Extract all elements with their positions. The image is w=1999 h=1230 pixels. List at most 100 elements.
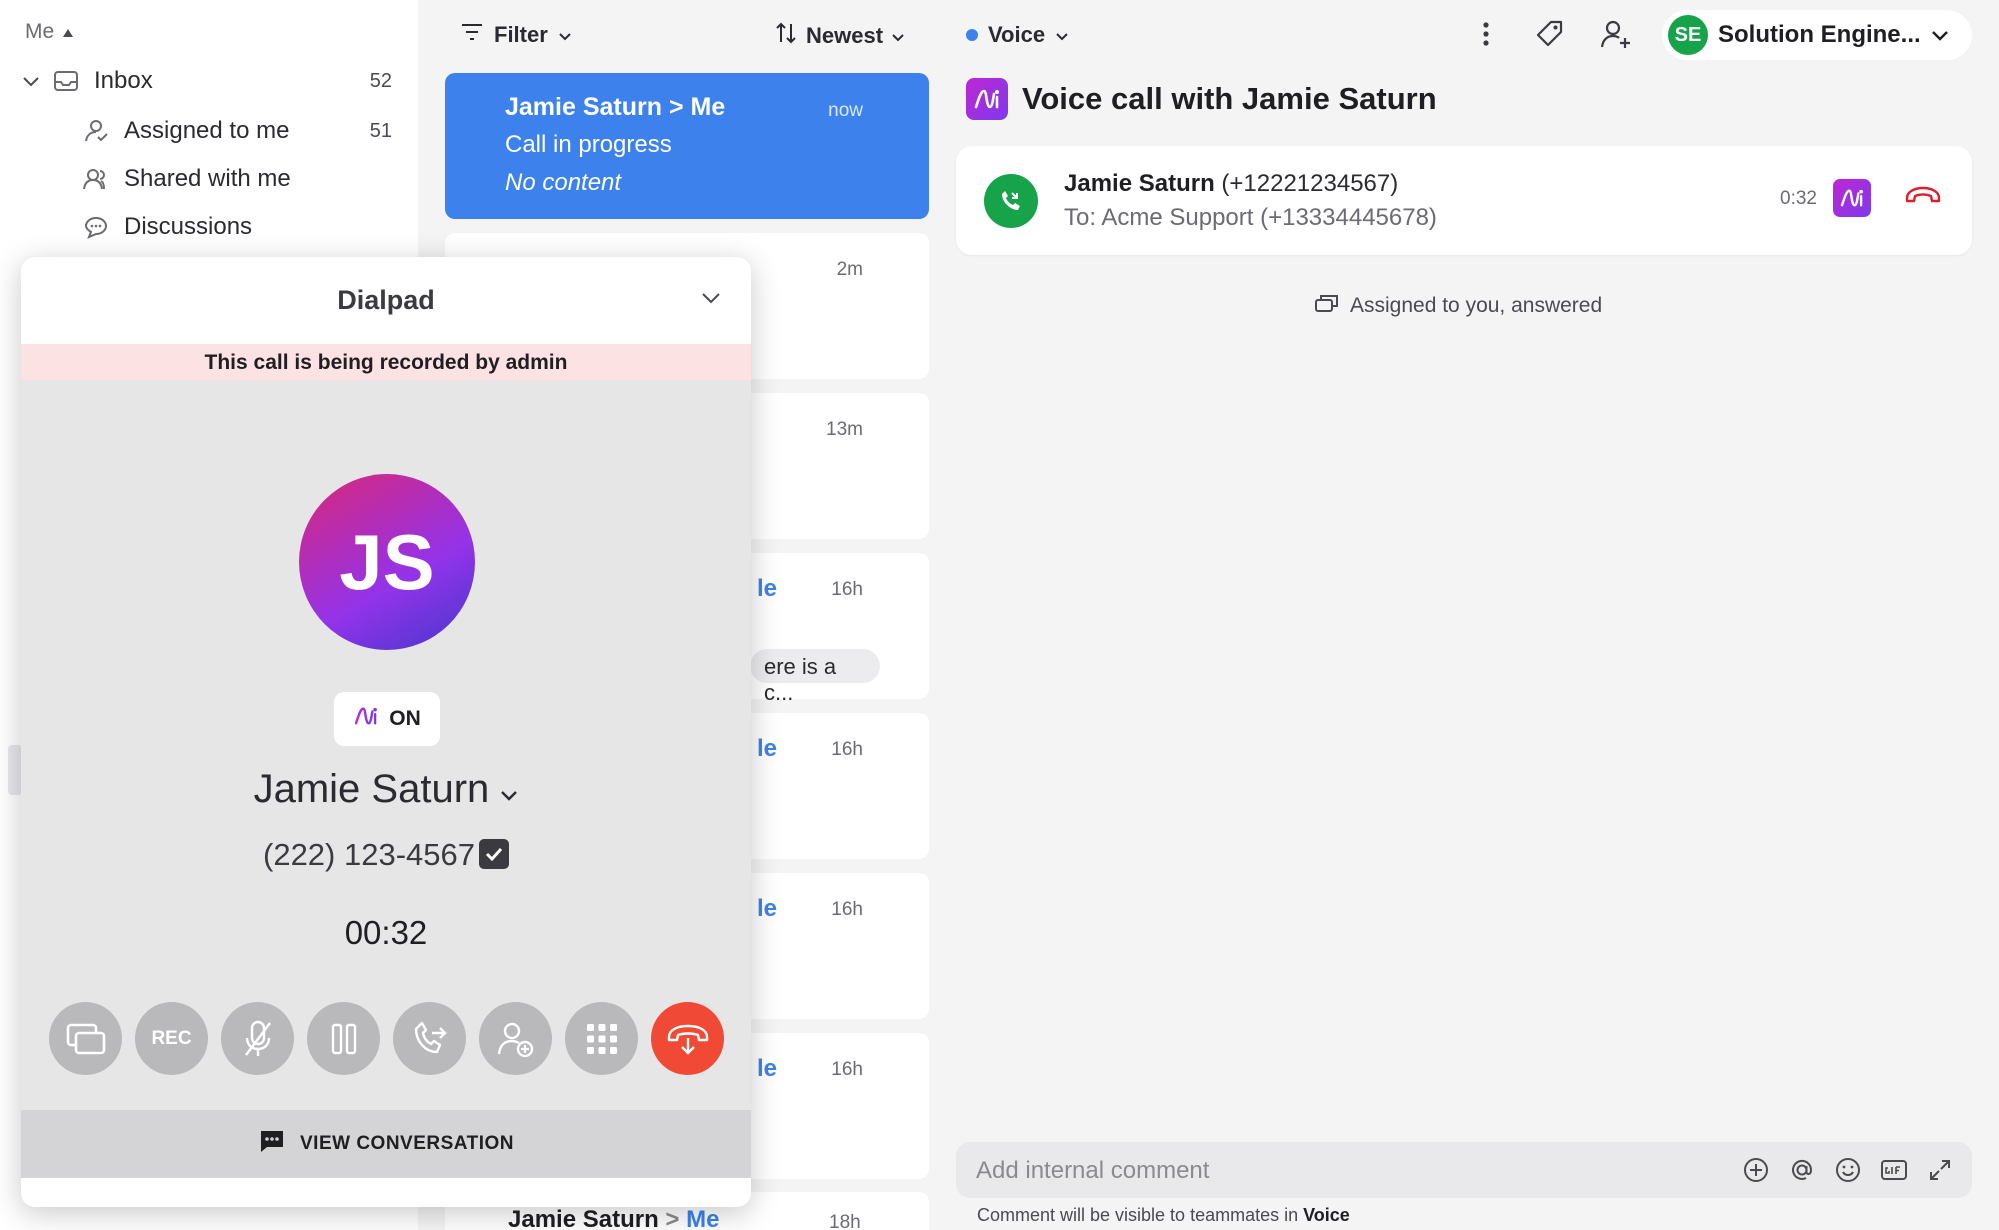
callee-line: To: Acme Support (+13334445678) xyxy=(1064,204,1437,231)
chevron-down-icon[interactable] xyxy=(22,67,40,95)
plus-circle-icon[interactable] xyxy=(1742,1156,1770,1184)
record-button[interactable]: REC xyxy=(135,1002,208,1075)
conversation-pane: Voice SE Solution Engine... Voice call w… xyxy=(938,0,1999,1230)
ai-status-label: ON xyxy=(389,707,421,730)
top-bar: Voice SE Solution Engine... xyxy=(938,0,1999,70)
mention-icon[interactable] xyxy=(1788,1156,1816,1184)
sidebar-item-assigned-to-me[interactable]: Assigned to me 51 xyxy=(0,107,418,155)
hold-button[interactable] xyxy=(307,1002,380,1075)
chat-bubble-icon xyxy=(80,215,112,239)
card-preview-pill: ere is a c... xyxy=(750,649,880,705)
card-time: 13m xyxy=(826,419,863,440)
workspace-label: Me xyxy=(25,20,55,43)
chat-bubble-icon xyxy=(258,1128,286,1160)
ai-toggle[interactable]: ON xyxy=(334,692,440,746)
contact-number: (222) 123-4567 xyxy=(263,837,475,872)
end-call-button[interactable] xyxy=(651,1002,724,1075)
sidebar-item-label: Shared with me xyxy=(124,165,291,192)
emoji-icon[interactable] xyxy=(1834,1156,1862,1184)
caret-up-icon xyxy=(62,20,74,44)
workspace-switcher[interactable]: Me xyxy=(25,20,74,44)
sidebar-item-label: Inbox xyxy=(94,67,153,94)
card-name-fragment: le xyxy=(757,1055,778,1082)
account-switcher[interactable]: SE Solution Engine... xyxy=(1662,10,1972,60)
inbox-count: 52 xyxy=(369,69,392,92)
caller-name: Jamie Saturn xyxy=(1064,170,1215,197)
comment-visibility-hint: Comment will be visible to teammates in … xyxy=(977,1205,1350,1226)
contact-number-line: (222) 123-4567 xyxy=(21,837,751,873)
card-name-fragment: le xyxy=(757,575,778,602)
caller-line: Jamie Saturn (+12221234567) xyxy=(1064,170,1398,198)
card-time: 18h xyxy=(829,1212,861,1230)
dialpad-panel: Dialpad This call is being recorded by a… xyxy=(21,257,751,1207)
status-dot-icon xyxy=(966,29,978,41)
card-name-fragment: le xyxy=(757,735,778,762)
ai-assistant-icon xyxy=(966,78,1008,120)
comment-hint-text: Comment will be visible to teammates in xyxy=(977,1205,1304,1225)
shared-users-icon xyxy=(80,167,112,191)
expand-icon[interactable] xyxy=(1926,1156,1954,1184)
dialpad-bottom-strip xyxy=(21,1178,751,1207)
inbox-filter-label: Voice xyxy=(988,22,1046,47)
transfer-screens-button[interactable] xyxy=(49,1002,122,1075)
call-card: Jamie Saturn (+12221234567) To: Acme Sup… xyxy=(956,146,1972,255)
list-toolbar: Filter Newest xyxy=(418,16,938,56)
card-assignee: Me xyxy=(686,1206,720,1230)
avatar: JS xyxy=(299,474,475,650)
sidebar-item-label: Discussions xyxy=(124,213,253,240)
call-controls: REC xyxy=(49,1002,724,1075)
inbox-icon xyxy=(50,70,82,92)
card-body: No content xyxy=(505,169,622,196)
tag-icon[interactable] xyxy=(1532,16,1568,52)
more-vertical-icon[interactable] xyxy=(1468,16,1504,52)
chevron-down-icon[interactable] xyxy=(701,291,721,309)
assigned-count: 51 xyxy=(369,119,392,142)
account-name: Solution Engine... xyxy=(1718,21,1921,48)
sidebar-highlight-edge xyxy=(8,745,22,795)
card-title: Jamie Saturn > Me xyxy=(505,93,726,121)
hang-up-icon[interactable] xyxy=(1904,184,1942,211)
card-time: 2m xyxy=(836,259,863,280)
view-conversation-button[interactable]: VIEW CONVERSATION xyxy=(21,1110,751,1178)
assign-user-icon[interactable] xyxy=(1598,16,1634,52)
contact-name-dropdown[interactable]: Jamie Saturn xyxy=(21,767,751,812)
sort-button[interactable]: Newest xyxy=(774,22,905,50)
comment-input[interactable]: Add internal comment xyxy=(956,1142,1972,1198)
dialpad-header: Dialpad xyxy=(21,257,751,344)
page-title: Voice call with Jamie Saturn xyxy=(966,78,1437,120)
ai-assistant-icon[interactable] xyxy=(1833,179,1871,217)
recording-banner: This call is being recorded by admin xyxy=(21,344,751,380)
sidebar-item-shared-with-me[interactable]: Shared with me xyxy=(0,155,418,203)
chevron-down-icon xyxy=(1055,22,1069,48)
comment-toolbar xyxy=(1742,1156,1954,1184)
card-title-partial: Jamie Saturn > Me xyxy=(508,1206,719,1230)
gif-icon[interactable] xyxy=(1880,1156,1908,1184)
inbox-filter-dropdown[interactable]: Voice xyxy=(966,22,1069,48)
card-time: now xyxy=(828,100,863,121)
comment-placeholder: Add internal comment xyxy=(976,1157,1210,1184)
filter-icon xyxy=(460,22,484,48)
contact-name: Jamie Saturn xyxy=(253,767,490,811)
keypad-button[interactable] xyxy=(565,1002,638,1075)
card-name-fragment: le xyxy=(757,895,778,922)
filter-button[interactable]: Filter xyxy=(460,22,572,48)
chevron-down-icon xyxy=(891,23,905,49)
chevron-down-icon xyxy=(500,767,518,811)
card-contact-name: Jamie Saturn xyxy=(508,1206,659,1230)
sort-label: Newest xyxy=(806,23,884,48)
assignment-icon xyxy=(1314,292,1340,320)
forward-call-button[interactable] xyxy=(393,1002,466,1075)
sidebar-item-discussions[interactable]: Discussions xyxy=(0,203,418,251)
view-conversation-label: VIEW CONVERSATION xyxy=(300,1133,514,1154)
mute-button[interactable] xyxy=(221,1002,294,1075)
call-timer: 00:32 xyxy=(344,914,428,951)
caller-number: (+12221234567) xyxy=(1221,170,1399,197)
assigned-user-icon xyxy=(80,119,112,143)
card-sep: > xyxy=(658,1206,687,1230)
ai-assistant-icon xyxy=(353,706,379,732)
conversation-card-active[interactable]: Jamie Saturn > Me now Call in progress N… xyxy=(445,73,929,219)
sort-arrows-icon xyxy=(774,22,798,50)
sidebar-item-inbox[interactable]: Inbox 52 xyxy=(0,57,418,105)
add-participant-button[interactable] xyxy=(479,1002,552,1075)
incoming-call-icon xyxy=(984,174,1038,228)
